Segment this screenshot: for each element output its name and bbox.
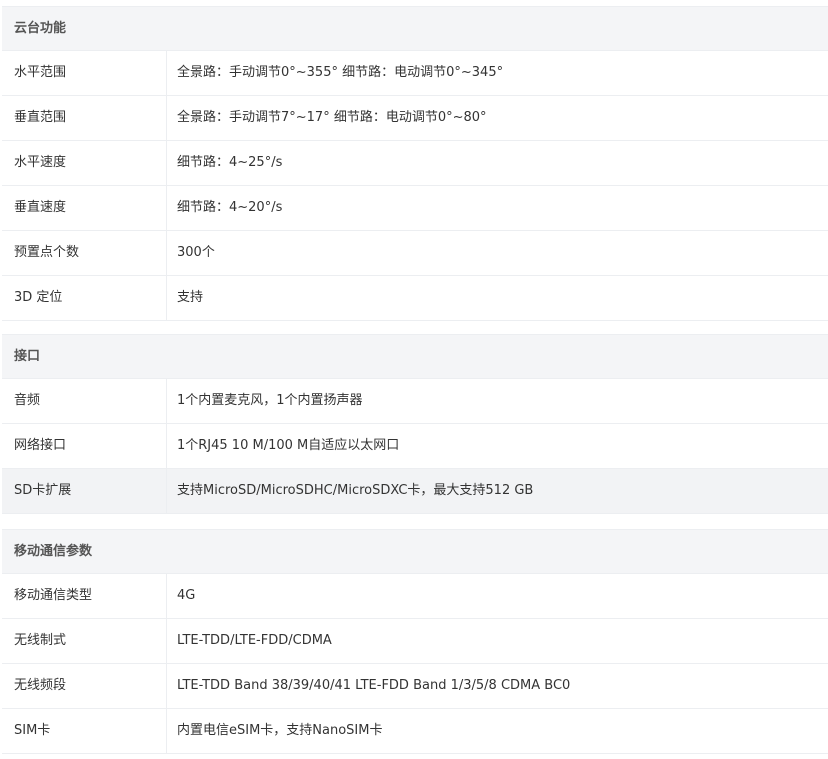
table-row: 移动通信类型 4G xyxy=(2,573,828,618)
table-row: 无线频段 LTE-TDD Band 38/39/40/41 LTE-FDD Ba… xyxy=(2,663,828,708)
row-value: 300个 xyxy=(177,245,215,260)
row-value: LTE-TDD/LTE-FDD/CDMA xyxy=(177,633,332,648)
row-label: 音频 xyxy=(2,379,167,423)
section-mobile: 移动通信参数 移动通信类型 4G 无线制式 LTE-TDD/LTE-FDD/CD… xyxy=(2,529,828,754)
row-label: 预置点个数 xyxy=(2,231,167,275)
row-label: 水平范围 xyxy=(2,51,167,95)
row-label: 网络接口 xyxy=(2,424,167,468)
table-row: SD卡扩展 支持MicroSD/MicroSDHC/MicroSDXC卡，最大支… xyxy=(2,468,828,513)
table-row: 网络接口 1个RJ45 10 M/100 M自适应以太网口 xyxy=(2,423,828,468)
spec-page: 云台功能 水平范围 全景路：手动调节0°~355° 细节路：电动调节0°~345… xyxy=(0,0,828,759)
row-value: 细节路：4~25°/s xyxy=(177,155,283,170)
row-value: 支持 xyxy=(177,290,204,305)
table-row: 水平范围 全景路：手动调节0°~355° 细节路：电动调节0°~345° xyxy=(2,50,828,95)
table-row: 音频 1个内置麦克风，1个内置扬声器 xyxy=(2,378,828,423)
row-value: LTE-TDD Band 38/39/40/41 LTE-FDD Band 1/… xyxy=(177,678,571,693)
section-header: 接口 xyxy=(2,334,828,378)
table-row: 垂直范围 全景路：手动调节7°~17° 细节路：电动调节0°~80° xyxy=(2,95,828,140)
table-row: 无线制式 LTE-TDD/LTE-FDD/CDMA xyxy=(2,618,828,663)
section-interface: 接口 音频 1个内置麦克风，1个内置扬声器 网络接口 1个RJ45 10 M/1… xyxy=(2,334,828,514)
row-label: 垂直范围 xyxy=(2,96,167,140)
row-value: 1个RJ45 10 M/100 M自适应以太网口 xyxy=(177,438,400,453)
row-value: 全景路：手动调节7°~17° 细节路：电动调节0°~80° xyxy=(177,110,487,125)
table-row: 3D 定位 支持 xyxy=(2,275,828,320)
section-header: 云台功能 xyxy=(2,6,828,50)
row-label: 水平速度 xyxy=(2,141,167,185)
section-header: 移动通信参数 xyxy=(2,529,828,573)
row-label: SD卡扩展 xyxy=(2,469,167,513)
row-value: 4G xyxy=(177,588,196,603)
table-row: 水平速度 细节路：4~25°/s xyxy=(2,140,828,185)
table-row: 预置点个数 300个 xyxy=(2,230,828,275)
row-label: SIM卡 xyxy=(2,709,167,753)
table-row: 垂直速度 细节路：4~20°/s xyxy=(2,185,828,230)
row-label: 垂直速度 xyxy=(2,186,167,230)
row-label: 无线频段 xyxy=(2,664,167,708)
row-value: 1个内置麦克风，1个内置扬声器 xyxy=(177,393,363,408)
row-label: 3D 定位 xyxy=(2,276,167,320)
row-value: 全景路：手动调节0°~355° 细节路：电动调节0°~345° xyxy=(177,65,504,80)
row-label: 移动通信类型 xyxy=(2,574,167,618)
row-value: 支持MicroSD/MicroSDHC/MicroSDXC卡，最大支持512 G… xyxy=(177,483,534,498)
row-value: 细节路：4~20°/s xyxy=(177,200,283,215)
row-label: 无线制式 xyxy=(2,619,167,663)
section-ptz: 云台功能 水平范围 全景路：手动调节0°~355° 细节路：电动调节0°~345… xyxy=(2,6,828,321)
table-row: SIM卡 内置电信eSIM卡，支持NanoSIM卡 xyxy=(2,708,828,753)
row-value: 内置电信eSIM卡，支持NanoSIM卡 xyxy=(177,723,383,738)
